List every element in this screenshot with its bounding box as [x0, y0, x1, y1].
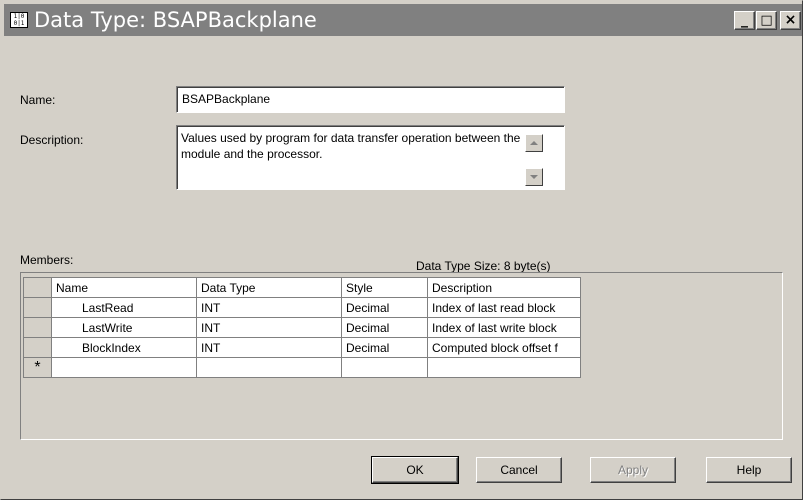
new-member-style[interactable] [341, 357, 428, 378]
member-data-type[interactable]: INT [196, 297, 342, 318]
members-label: Members: [20, 253, 74, 267]
scroll-down-button[interactable] [525, 168, 543, 186]
new-member-row[interactable]: * [23, 357, 581, 378]
description-label: Description: [20, 133, 84, 147]
scroll-up-button[interactable] [525, 134, 543, 152]
new-row-asterisk-icon[interactable]: * [23, 357, 52, 378]
member-name[interactable]: BlockIndex [51, 337, 197, 358]
close-button[interactable]: × [780, 11, 801, 30]
member-data-type[interactable]: INT [196, 337, 342, 358]
members-table: Name Data Type Style Description LastRea… [23, 277, 581, 378]
minimize-icon: _ [741, 12, 748, 28]
description-textarea[interactable]: Values used by program for data transfer… [176, 125, 565, 190]
help-button[interactable]: Help [706, 457, 792, 483]
member-data-type[interactable]: INT [196, 317, 342, 338]
row-selector[interactable] [23, 317, 52, 338]
column-header-description[interactable]: Description [427, 277, 581, 298]
new-member-description[interactable] [427, 357, 581, 378]
new-member-data-type[interactable] [196, 357, 342, 378]
members-header-row: Name Data Type Style Description [23, 277, 581, 298]
maximize-button[interactable]: □ [756, 11, 777, 30]
member-description[interactable]: Computed block offset f [427, 337, 581, 358]
row-selector-header[interactable] [23, 277, 52, 298]
row-selector[interactable] [23, 297, 52, 318]
cancel-button[interactable]: Cancel [476, 457, 562, 483]
maximize-icon: □ [760, 13, 773, 28]
members-grid: Name Data Type Style Description LastRea… [20, 272, 783, 440]
member-description[interactable]: Index of last read block [427, 297, 581, 318]
member-style[interactable]: Decimal [341, 317, 428, 338]
apply-button: Apply [590, 457, 676, 483]
table-row[interactable]: LastRead INT Decimal Index of last read … [23, 297, 581, 318]
description-text: Values used by program for data transfer… [181, 131, 521, 161]
table-row[interactable]: LastWrite INT Decimal Index of last writ… [23, 317, 581, 338]
minimize-button[interactable]: _ [734, 11, 755, 30]
name-input[interactable]: BSAPBackplane [176, 86, 565, 113]
ok-button[interactable]: OK [371, 456, 459, 484]
row-selector[interactable] [23, 337, 52, 358]
data-type-icon: 1|0 0|1 [10, 12, 28, 28]
arrow-down-icon [530, 175, 538, 179]
window-title: Data Type: BSAPBackplane [34, 8, 317, 32]
close-icon: × [784, 12, 797, 28]
data-type-dialog: 1|0 0|1 Data Type: BSAPBackplane _ □ × N… [0, 0, 803, 500]
data-type-size: Data Type Size: 8 byte(s) [416, 259, 551, 273]
name-label: Name: [20, 93, 56, 107]
title-bar[interactable]: 1|0 0|1 Data Type: BSAPBackplane _ □ × [4, 4, 803, 36]
member-name[interactable]: LastWrite [51, 317, 197, 338]
new-member-name[interactable] [51, 357, 197, 378]
column-header-data-type[interactable]: Data Type [196, 277, 342, 298]
column-header-name[interactable]: Name [51, 277, 197, 298]
column-header-style[interactable]: Style [341, 277, 428, 298]
member-description[interactable]: Index of last write block [427, 317, 581, 338]
member-style[interactable]: Decimal [341, 297, 428, 318]
table-row[interactable]: BlockIndex INT Decimal Computed block of… [23, 337, 581, 358]
member-style[interactable]: Decimal [341, 337, 428, 358]
arrow-up-icon [530, 141, 538, 145]
member-name[interactable]: LastRead [51, 297, 197, 318]
